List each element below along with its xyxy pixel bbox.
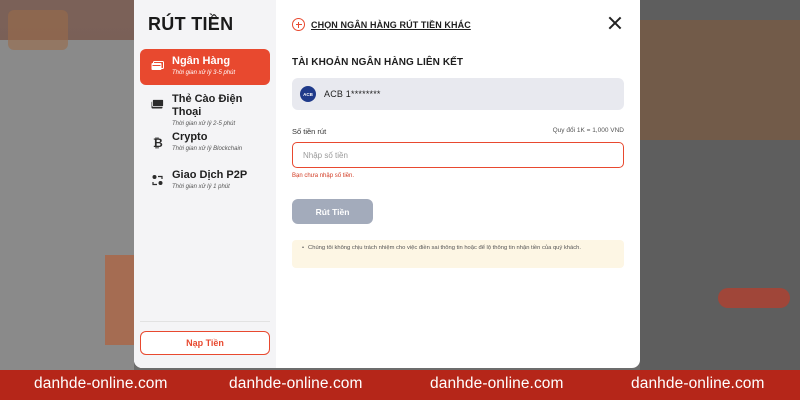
linked-bank-title: TÀI KHOẢN NGÂN HÀNG LIÊN KẾT [292,57,464,68]
close-icon[interactable] [608,16,622,30]
watermark-footer: danhde-online.com danhde-online.com danh… [0,370,800,400]
watermark-text: danhde-online.com [631,375,765,392]
bitcoin-icon: ₿ [148,133,166,151]
menu-item-scratch-card[interactable]: Thẻ Cào Điện Thoại Thời gian xử lý 2-5 p… [140,87,270,127]
acb-logo-icon: ACB [300,86,316,102]
menu-item-subtitle: Thời gian xử lý 3-5 phút [172,70,236,76]
menu-item-subtitle: Thời gian xử lý 2-5 phút [172,121,236,127]
menu-item-label: Ngân Hàng [172,55,231,67]
menu-item-subtitle: Thời gian xử lý 1 phút [172,184,230,190]
p2p-exchange-icon [148,171,166,189]
bank-account-number: ACB 1******** [324,89,381,99]
amount-error-message: Bạn chưa nhập số tiền. [292,173,355,179]
menu-item-crypto[interactable]: ₿ Crypto Thời gian xử lý Blockchain [140,125,270,161]
disclaimer-text: Chúng tôi không chịu trách nhiệm cho việ… [308,245,581,251]
sidebar-divider [140,321,270,322]
bullet-icon: • [302,245,305,251]
svg-text:₿: ₿ [153,136,163,149]
background-image [8,10,68,50]
menu-item-subtitle: Thời gian xử lý Blockchain [172,146,243,152]
menu-item-label: Thẻ Cào Điện Thoại [172,93,243,118]
scratch-card-icon [148,95,166,113]
choose-other-bank-link[interactable]: CHỌN NGÂN HÀNG RÚT TIỀN KHÁC [292,18,471,31]
method-menu: Ngân Hàng Thời gian xử lý 3-5 phút Thẻ C… [134,49,276,199]
background-image [640,20,800,140]
menu-item-label: Giao Dịch P2P [172,169,248,181]
withdraw-method-sidebar: RÚT TIỀN Ngân Hàng Thời gian xử lý 3-5 p… [134,0,276,368]
modal-title: RÚT TIỀN [148,14,234,34]
withdraw-button[interactable]: Rút Tiền [292,199,373,224]
watermark-text: danhde-online.com [34,375,168,392]
background-banner [105,255,134,345]
exchange-rate-label: Quy đổi 1K = 1,000 VND [552,127,624,134]
watermark-text: danhde-online.com [430,375,564,392]
choose-other-bank-label: CHỌN NGÂN HÀNG RÚT TIỀN KHÁC [311,19,471,30]
menu-item-bank[interactable]: Ngân Hàng Thời gian xử lý 3-5 phút [140,49,270,85]
withdraw-form: CHỌN NGÂN HÀNG RÚT TIỀN KHÁC TÀI KHOẢN N… [276,0,640,368]
disclaimer-note: • Chúng tôi không chịu trách nhiệm cho v… [292,240,624,268]
amount-input[interactable] [292,142,624,168]
amount-label: Số tiền rút [292,127,327,136]
linked-bank-account[interactable]: ACB ACB 1******** [292,78,624,110]
menu-item-label: Crypto [172,131,208,143]
withdraw-modal: RÚT TIỀN Ngân Hàng Thời gian xử lý 3-5 p… [134,0,640,368]
bank-card-icon [148,57,166,75]
background-button [718,288,790,308]
menu-item-p2p[interactable]: Giao Dịch P2P Thời gian xử lý 1 phút [140,163,270,199]
watermark-text: danhde-online.com [229,375,363,392]
deposit-button[interactable]: Nạp Tiền [140,331,270,355]
plus-circle-icon [292,18,305,31]
